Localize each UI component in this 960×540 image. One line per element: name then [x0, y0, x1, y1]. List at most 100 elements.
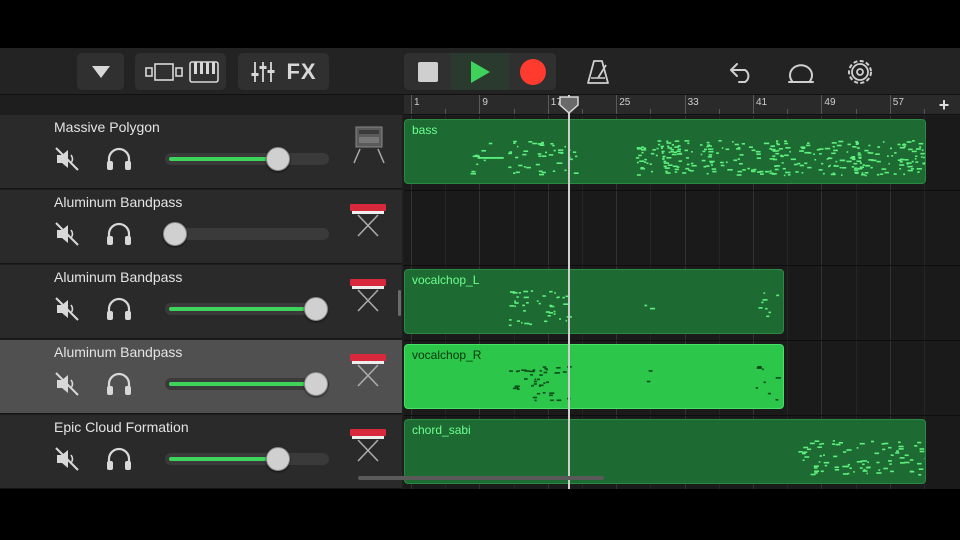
- midi-note: [678, 160, 683, 162]
- volume-knob[interactable]: [304, 372, 329, 396]
- loop-browser-button[interactable]: [783, 53, 819, 90]
- volume-slider[interactable]: [165, 147, 329, 171]
- mute-speaker-icon: [55, 147, 79, 171]
- track-header[interactable]: Epic Cloud Formation: [0, 415, 402, 489]
- midi-note: [559, 318, 561, 320]
- volume-knob[interactable]: [266, 147, 291, 171]
- playhead-handle[interactable]: [559, 96, 579, 114]
- vertical-scrollbar[interactable]: [398, 290, 401, 316]
- midi-note: [546, 368, 548, 371]
- midi-note: [658, 143, 661, 146]
- midi-note: [528, 141, 533, 143]
- stop-button[interactable]: [404, 53, 451, 90]
- fx-button[interactable]: FX: [286, 59, 316, 85]
- midi-note: [650, 152, 655, 155]
- mute-button[interactable]: [53, 370, 81, 398]
- midi-note: [856, 447, 859, 449]
- midi-note: [776, 140, 779, 142]
- mute-button[interactable]: [53, 445, 81, 473]
- record-button[interactable]: [509, 53, 556, 90]
- metronome-icon: [587, 59, 609, 84]
- settings-button[interactable]: [842, 53, 878, 90]
- midi-note: [890, 470, 894, 473]
- mute-button[interactable]: [53, 295, 81, 323]
- midi-note: [772, 155, 776, 157]
- solo-button[interactable]: [104, 295, 134, 323]
- track-header[interactable]: Aluminum Bandpass: [0, 340, 402, 414]
- horizontal-scrollbar[interactable]: [358, 476, 604, 480]
- midi-note: [807, 448, 812, 451]
- midi-note: [541, 155, 547, 157]
- loop-browser-icon: [788, 63, 814, 83]
- undo-button[interactable]: [724, 53, 760, 90]
- midi-note: [716, 152, 719, 154]
- dropdown-button[interactable]: [77, 53, 124, 90]
- add-section-button[interactable]: +: [928, 95, 960, 115]
- midi-note: [834, 469, 840, 471]
- midi-note: [512, 292, 518, 294]
- ruler-minor-tick: [855, 109, 857, 114]
- solo-button[interactable]: [104, 145, 134, 173]
- metronome-button[interactable]: [580, 53, 616, 90]
- midi-note: [799, 164, 804, 167]
- piano-keyboard-icon[interactable]: [188, 60, 219, 83]
- volume-slider[interactable]: [163, 222, 329, 246]
- midi-note: [529, 323, 533, 326]
- region[interactable]: chord_sabi: [404, 419, 926, 484]
- ruler-minor-tick: [445, 109, 447, 114]
- midi-note: [686, 163, 690, 166]
- mute-button[interactable]: [53, 145, 81, 173]
- volume-knob[interactable]: [266, 447, 291, 471]
- mute-button[interactable]: [53, 220, 81, 248]
- midi-note: [918, 142, 924, 145]
- region[interactable]: vocalchop_L: [404, 269, 785, 334]
- midi-note: [899, 164, 905, 166]
- solo-button[interactable]: [104, 220, 134, 248]
- midi-note: [665, 170, 668, 173]
- midi-note: [856, 147, 860, 149]
- midi-note: [664, 165, 667, 168]
- midi-note: [635, 157, 640, 159]
- midi-note: [526, 302, 529, 304]
- midi-note: [888, 460, 892, 462]
- midi-note: [564, 145, 566, 148]
- midi-note: [769, 170, 772, 172]
- midi-note: [846, 449, 852, 451]
- track-header[interactable]: Massive Polygon: [0, 115, 402, 189]
- midi-note: [876, 461, 880, 464]
- volume-knob[interactable]: [163, 222, 187, 246]
- solo-button[interactable]: [104, 445, 134, 473]
- midi-note: [784, 140, 787, 142]
- midi-note: [533, 380, 537, 383]
- midi-note: [775, 377, 781, 379]
- mixer-icon[interactable]: [250, 60, 276, 84]
- midi-note: [509, 319, 512, 321]
- volume-slider[interactable]: [165, 447, 329, 471]
- midi-note: [471, 170, 476, 173]
- timeline-ruler[interactable]: + 1 9 17 25 33 41 49 57: [404, 95, 960, 115]
- midi-note: [651, 170, 653, 173]
- region[interactable]: bass: [404, 119, 926, 184]
- solo-button[interactable]: [104, 370, 134, 398]
- keyboard-stand-icon: [350, 204, 386, 237]
- midi-note: [784, 142, 789, 145]
- arrangement-area[interactable]: bass vocalchop_L vocalchop_R chord_sabi: [404, 116, 960, 489]
- track-view-icon[interactable]: [143, 62, 185, 82]
- midi-note: [880, 173, 884, 175]
- midi-note: [569, 158, 573, 161]
- mute-speaker-icon: [55, 372, 79, 396]
- midi-note: [523, 296, 529, 299]
- midi-note: [902, 144, 907, 146]
- play-button[interactable]: [451, 53, 509, 90]
- volume-slider[interactable]: [165, 297, 329, 321]
- region[interactable]: vocalchop_R: [404, 344, 785, 409]
- track-header[interactable]: Aluminum Bandpass: [0, 190, 402, 264]
- track-header[interactable]: Aluminum Bandpass: [0, 265, 402, 339]
- midi-note: [919, 146, 922, 148]
- midi-note: [644, 304, 648, 307]
- midi-note: [554, 372, 560, 374]
- volume-knob[interactable]: [304, 297, 329, 321]
- midi-note: [887, 155, 889, 157]
- volume-slider[interactable]: [165, 372, 329, 396]
- midi-note: [925, 458, 926, 460]
